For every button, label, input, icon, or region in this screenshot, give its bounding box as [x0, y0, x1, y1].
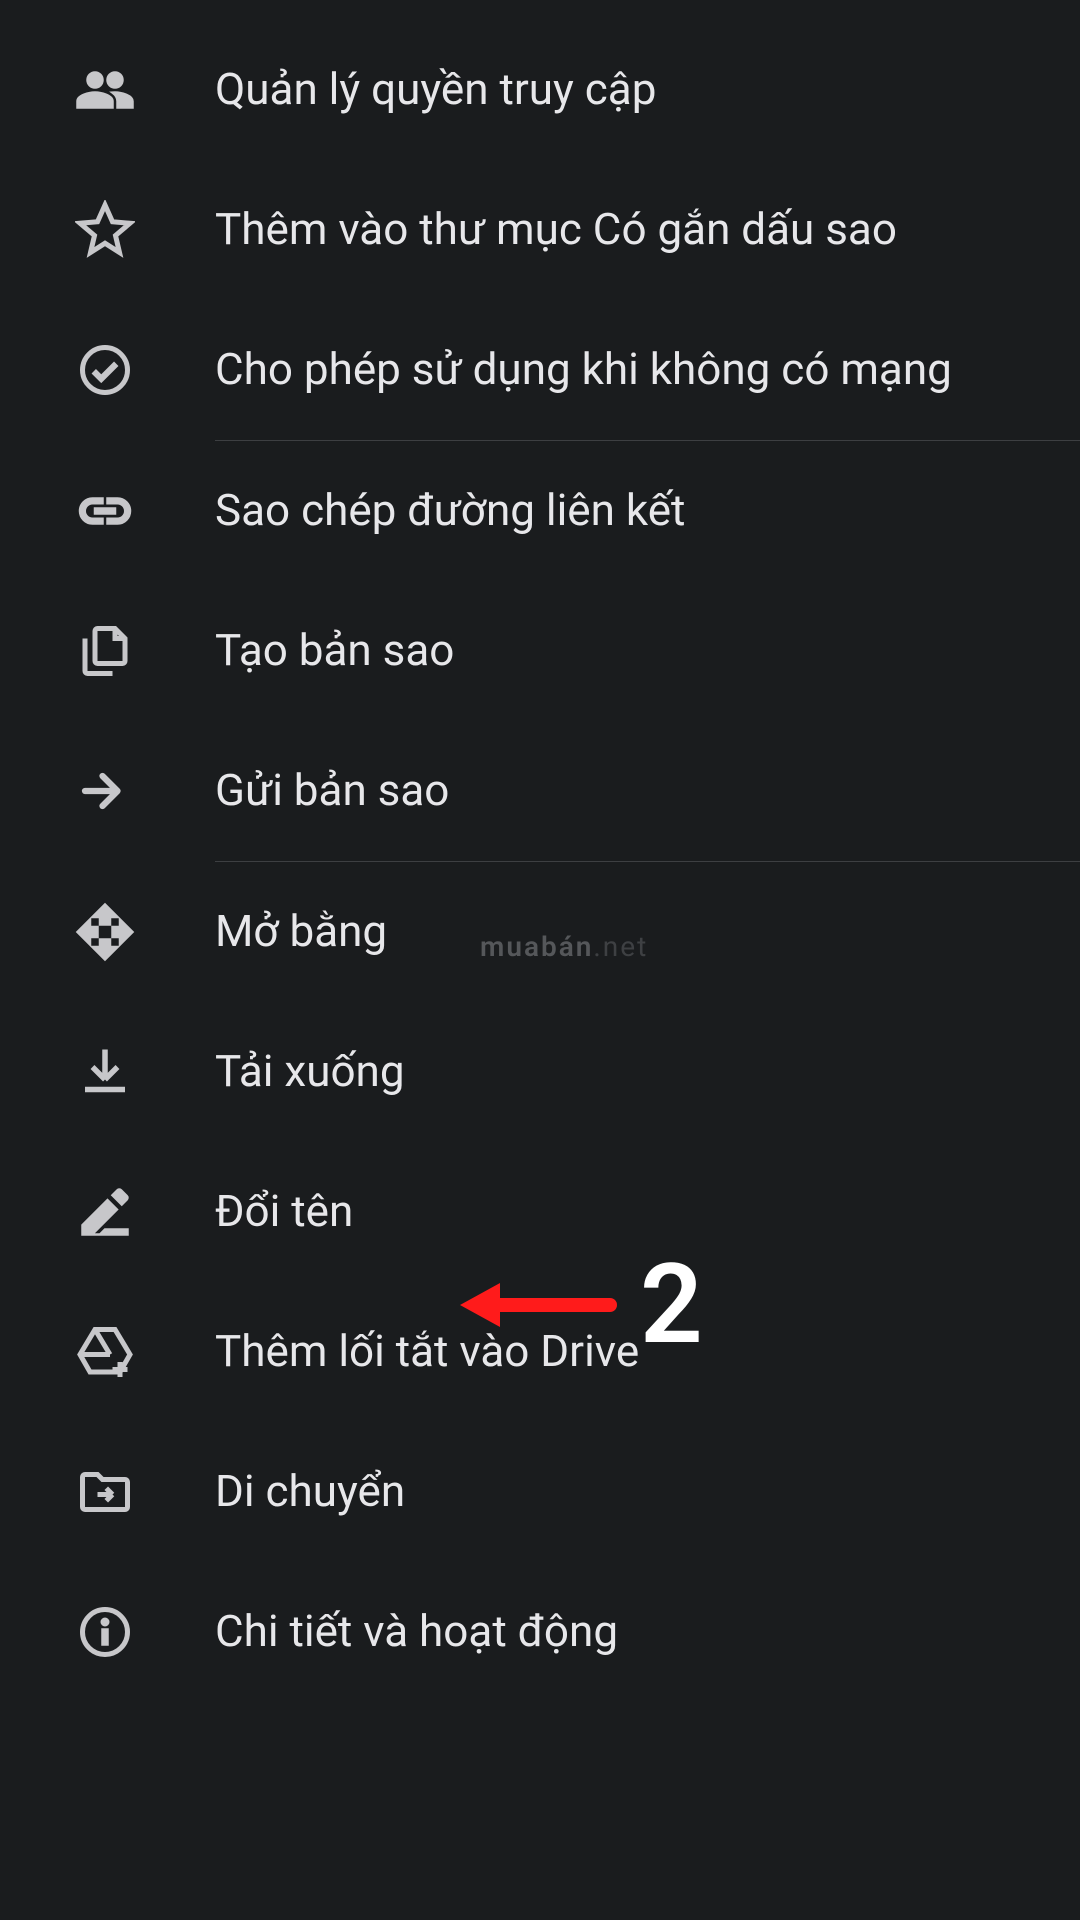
menu-item-label: Cho phép sử dụng khi không có mạng	[215, 340, 992, 399]
menu-item-details[interactable]: Chi tiết và hoạt động	[0, 1562, 1080, 1702]
menu-item-label: Đổi tên	[215, 1182, 393, 1241]
rename-icon	[75, 1182, 135, 1242]
link-icon	[75, 481, 135, 541]
move-icon	[75, 1462, 135, 1522]
star-icon	[75, 200, 135, 260]
menu-item-add-starred[interactable]: Thêm vào thư mục Có gắn dấu sao	[0, 160, 1080, 300]
menu-item-move[interactable]: Di chuyển	[0, 1422, 1080, 1562]
menu-item-label: Di chuyển	[215, 1462, 445, 1521]
menu-item-offline[interactable]: Cho phép sử dụng khi không có mạng	[0, 300, 1080, 440]
open-with-icon	[75, 902, 135, 962]
menu-item-label: Tải xuống	[215, 1042, 445, 1101]
menu-item-label: Sao chép đường liên kết	[215, 481, 725, 540]
menu-item-open-with[interactable]: Mở bằng	[0, 862, 1080, 1002]
menu-item-label: Tạo bản sao	[215, 621, 494, 680]
menu-item-manage-access[interactable]: Quản lý quyền truy cập	[0, 20, 1080, 160]
menu-item-download[interactable]: Tải xuống	[0, 1002, 1080, 1142]
info-icon	[75, 1602, 135, 1662]
menu-item-make-copy[interactable]: Tạo bản sao	[0, 581, 1080, 721]
menu-item-label: Quản lý quyền truy cập	[215, 60, 696, 119]
menu-item-copy-link[interactable]: Sao chép đường liên kết	[0, 441, 1080, 581]
menu-item-rename[interactable]: Đổi tên	[0, 1142, 1080, 1282]
menu-item-label: Thêm vào thư mục Có gắn dấu sao	[215, 200, 937, 259]
menu-item-add-shortcut[interactable]: Thêm lối tắt vào Drive	[0, 1282, 1080, 1422]
download-icon	[75, 1042, 135, 1102]
send-icon	[75, 761, 135, 821]
menu-item-label: Mở bằng	[215, 902, 427, 961]
context-menu: Quản lý quyền truy cập Thêm vào thư mục …	[0, 0, 1080, 1702]
people-icon	[75, 60, 135, 120]
shortcut-icon	[75, 1322, 135, 1382]
menu-item-label: Chi tiết và hoạt động	[215, 1602, 658, 1661]
offline-icon	[75, 340, 135, 400]
menu-item-label: Gửi bản sao	[215, 761, 489, 820]
menu-item-label: Thêm lối tắt vào Drive	[215, 1322, 679, 1381]
copy-icon	[75, 621, 135, 681]
menu-item-send-copy[interactable]: Gửi bản sao	[0, 721, 1080, 861]
